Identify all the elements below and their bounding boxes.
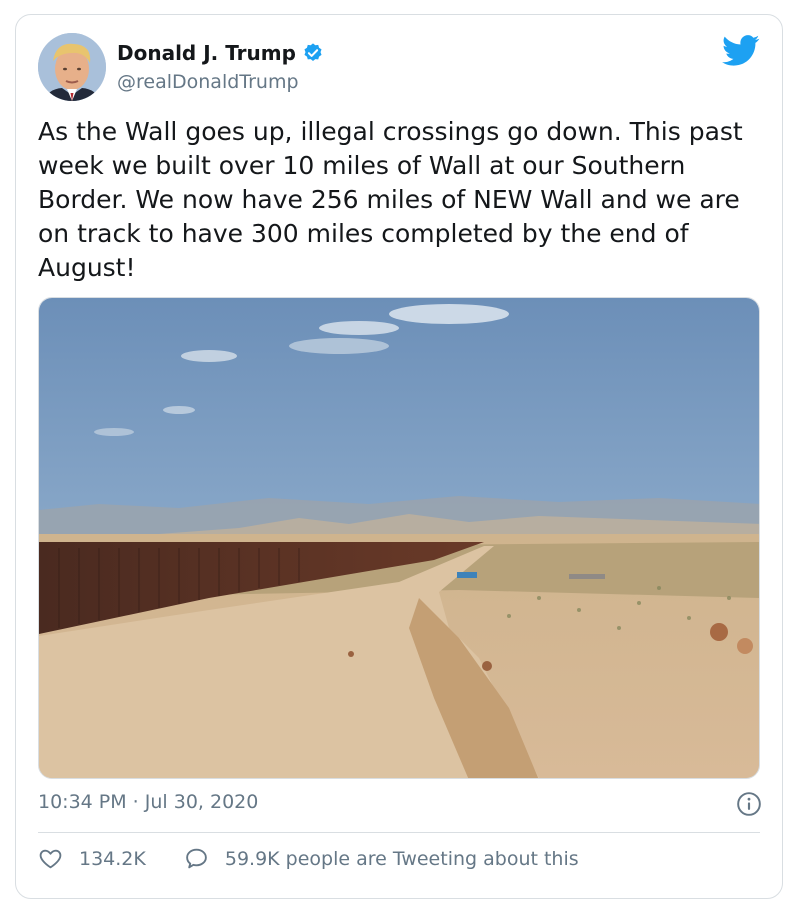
conversation-text: 59.9K people are Tweeting about this [224, 847, 579, 870]
tweet-photo[interactable] [38, 297, 760, 779]
info-icon[interactable] [736, 791, 762, 817]
conversation-link[interactable]: 59.9K people are Tweeting about this [184, 846, 579, 871]
speech-bubble-icon [186, 848, 207, 869]
author-row: Donald J. Trump [117, 41, 324, 65]
like-count: 134.2K [79, 847, 146, 870]
author-handle[interactable]: @realDonaldTrump [117, 71, 299, 93]
heart-icon [39, 849, 62, 869]
tweet-timestamp[interactable]: 10:34 PM · Jul 30, 2020 [38, 791, 258, 813]
tweet-card[interactable]: Donald J. Trump @realDonaldTrump As the … [15, 14, 783, 899]
verified-badge-icon [304, 43, 322, 61]
avatar[interactable] [38, 33, 106, 101]
divider [38, 832, 760, 833]
author-name[interactable]: Donald J. Trump [117, 41, 296, 65]
tweet-stats: 134.2K 59.9K people are Tweeting about t… [38, 846, 579, 871]
tweet-text: As the Wall goes up, illegal crossings g… [38, 117, 743, 282]
twitter-bird-icon[interactable] [722, 35, 760, 67]
like-button[interactable]: 134.2K [38, 846, 146, 871]
